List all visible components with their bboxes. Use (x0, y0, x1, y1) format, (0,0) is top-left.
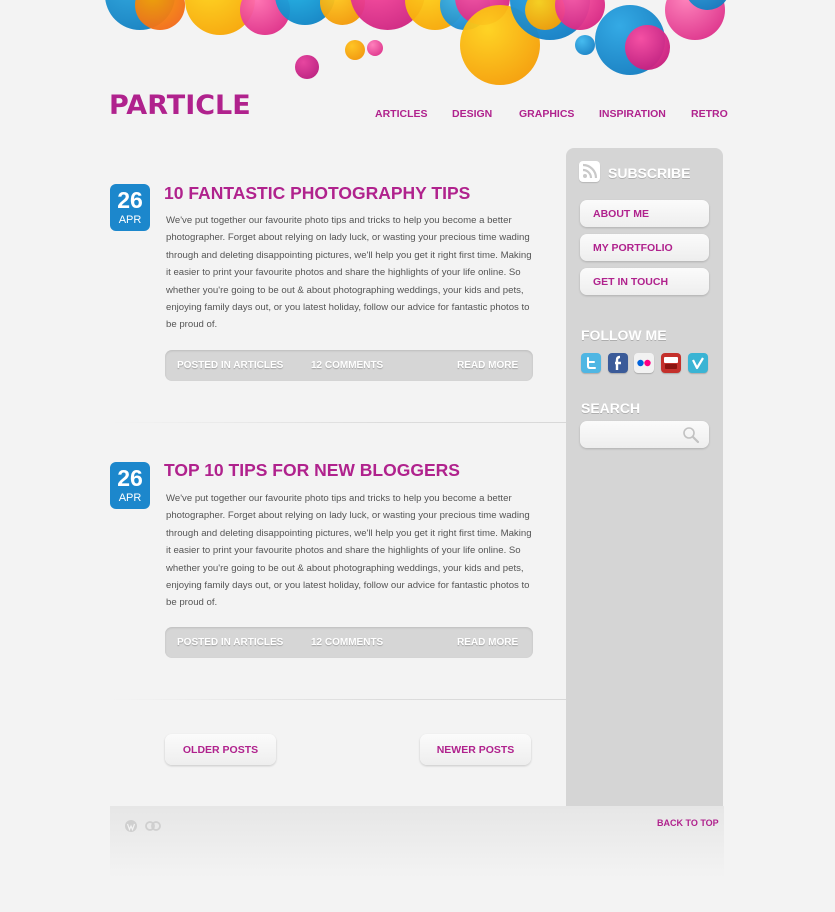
post-date-badge: 26 APR (110, 462, 150, 509)
footer (110, 806, 724, 878)
post-body: We've put together our favourite photo t… (166, 493, 532, 609)
wordpress-icon[interactable] (124, 819, 138, 833)
header-bubbles-graphic (105, 0, 730, 90)
creative-commons-icon[interactable] (145, 819, 161, 833)
bubble-graphic (295, 55, 319, 79)
read-more-link[interactable]: READ MORE (457, 637, 518, 648)
facebook-icon[interactable] (608, 353, 628, 373)
back-to-top-link[interactable]: BACK TO TOP (657, 818, 719, 828)
newer-posts-label: NEWER POSTS (436, 744, 515, 756)
about-me-button[interactable]: ABOUT ME (580, 200, 709, 227)
bubble-graphic (367, 40, 383, 56)
post-date-month: APR (118, 214, 142, 226)
post-category-link[interactable]: POSTED IN ARTICLES (177, 637, 283, 648)
about-me-label: ABOUT ME (593, 208, 649, 220)
post-body: We've put together our favourite photo t… (166, 215, 532, 331)
search-heading: SEARCH (581, 400, 641, 416)
youtube-icon[interactable] (661, 353, 681, 373)
post-meta-bar: POSTED IN ARTICLES 12 COMMENTS READ MORE (165, 627, 533, 658)
search-box (580, 421, 709, 448)
post-date-day: 26 (117, 465, 143, 491)
post-date-day: 26 (117, 187, 143, 213)
bubble-graphic (625, 25, 670, 70)
post-date-badge: 26 APR (110, 184, 150, 231)
twitter-icon[interactable] (581, 353, 601, 373)
vimeo-icon[interactable] (688, 353, 708, 373)
post-category-link[interactable]: POSTED IN ARTICLES (177, 360, 283, 371)
post-title[interactable]: 10 FANTASTIC PHOTOGRAPHY TIPS (164, 183, 470, 204)
post-meta-bar: POSTED IN ARTICLES 12 COMMENTS READ MORE (165, 350, 533, 381)
subscribe-link[interactable]: SUBSCRIBE (608, 165, 690, 181)
rss-icon[interactable] (579, 161, 600, 182)
newer-posts-button[interactable]: NEWER POSTS (420, 734, 531, 765)
site-logo[interactable]: PARTICLE (109, 90, 251, 121)
post-comments-link[interactable]: 12 COMMENTS (311, 360, 383, 371)
bubble-graphic (345, 40, 365, 60)
get-in-touch-label: GET IN TOUCH (593, 276, 669, 288)
search-icon[interactable] (682, 426, 700, 444)
search-input[interactable] (588, 426, 687, 444)
read-more-link[interactable]: READ MORE (457, 360, 518, 371)
my-portfolio-label: MY PORTFOLIO (593, 242, 673, 254)
nav-design[interactable]: DESIGN (452, 108, 492, 120)
nav-articles[interactable]: ARTICLES (375, 108, 428, 120)
flickr-icon[interactable] (634, 353, 654, 373)
follow-me-heading: FOLLOW ME (581, 327, 667, 343)
my-portfolio-button[interactable]: MY PORTFOLIO (580, 234, 709, 261)
older-posts-button[interactable]: OLDER POSTS (165, 734, 276, 765)
post-comments-link[interactable]: 12 COMMENTS (311, 637, 383, 648)
nav-retro[interactable]: RETRO (691, 108, 728, 120)
post-divider (110, 699, 566, 700)
older-posts-label: OLDER POSTS (182, 744, 259, 756)
get-in-touch-button[interactable]: GET IN TOUCH (580, 268, 709, 295)
nav-graphics[interactable]: GRAPHICS (519, 108, 574, 120)
post-date-month: APR (118, 492, 142, 504)
bubble-graphic (575, 35, 595, 55)
post-divider (110, 422, 566, 423)
post-title[interactable]: TOP 10 TIPS FOR NEW BLOGGERS (164, 460, 460, 481)
nav-inspiration[interactable]: INSPIRATION (599, 108, 666, 120)
